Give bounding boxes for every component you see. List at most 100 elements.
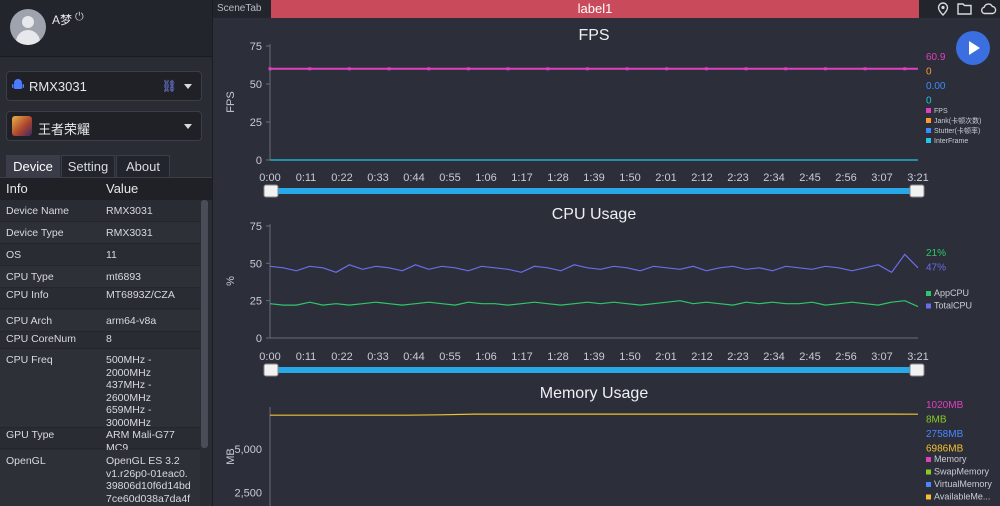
legend-swatch: [926, 457, 931, 462]
series-line-totalcpu: [269, 253, 919, 274]
fps-point: [347, 67, 351, 71]
tab-device[interactable]: Device: [6, 155, 60, 177]
legend-label: FPS: [934, 108, 948, 115]
legend-swatch: [926, 303, 931, 309]
fps-point: [704, 67, 708, 71]
row-key: CPU Info: [6, 289, 49, 301]
legend-swatch: [926, 138, 931, 143]
fps-point: [784, 67, 788, 71]
tab-about[interactable]: About: [116, 155, 170, 177]
legend-swatch: [926, 118, 931, 123]
row-key: OS: [6, 249, 22, 261]
fps-point: [744, 67, 748, 71]
x-tick-label: 0:11: [296, 172, 317, 184]
fps-point: [308, 67, 312, 71]
row-value: RMX3031: [106, 227, 153, 239]
table-row: OpenGL OpenGL ES 3.2 v1.r26p0-01eac0. 398…: [0, 450, 200, 506]
game-app-icon: [12, 116, 32, 136]
x-tick-label: 0:33: [367, 351, 388, 363]
row-key: Device Name: [6, 205, 70, 217]
chart-title: CPU Usage: [552, 206, 637, 223]
app-select[interactable]: 王者荣耀: [6, 111, 202, 141]
x-tick-label: 0:55: [439, 351, 460, 363]
current-value: 0: [926, 67, 932, 78]
legend-label: InterFrame: [934, 138, 968, 145]
range-slider-handle-right: [909, 363, 925, 377]
device-select-value: RMX3031: [29, 79, 87, 94]
current-value: 8MB: [926, 415, 947, 426]
x-tick-label: 1:28: [547, 172, 568, 184]
fps-point: [427, 67, 431, 71]
x-tick-label: 1:39: [583, 172, 604, 184]
scene-tab[interactable]: SceneTab: [217, 3, 261, 14]
fps-point: [625, 67, 629, 71]
range-slider-handle-right: [909, 184, 925, 198]
current-value: 60.9: [926, 52, 946, 63]
series-line-availableme: [270, 413, 919, 416]
fps-point: [823, 67, 827, 71]
scene-label[interactable]: label1: [271, 0, 919, 18]
play-button[interactable]: [956, 31, 990, 65]
folder-icon[interactable]: [957, 2, 972, 18]
cloud-icon[interactable]: [980, 2, 997, 18]
app-select-value: 王者荣耀: [38, 122, 91, 137]
x-tick-label: 3:07: [871, 351, 892, 363]
x-tick-label: 2:12: [691, 351, 712, 363]
android-icon: [12, 79, 24, 89]
row-value: 8: [106, 333, 112, 345]
row-value: 11: [106, 249, 117, 261]
chevron-down-icon: [184, 84, 192, 89]
y-tick-label: 75: [250, 41, 262, 53]
legend-label: SwapMemory: [934, 467, 990, 477]
legend-label: Stutter(卡顿率): [934, 126, 980, 135]
location-icon[interactable]: [937, 2, 949, 19]
row-value: MT6893Z/CZA: [106, 289, 175, 301]
x-tick-label: 3:21: [907, 172, 928, 184]
fps-point: [506, 67, 510, 71]
table-row: CPU Info MT6893Z/CZA: [0, 284, 200, 309]
y-tick-label: 0: [256, 155, 262, 167]
x-tick-label: 3:21: [907, 351, 928, 363]
chart-y-label: FPS: [225, 91, 237, 112]
table-row: Device Name RMX3031: [0, 200, 200, 222]
x-tick-label: 2:34: [763, 172, 784, 184]
legend-swatch: [926, 469, 931, 475]
row-value: arm64-v8a: [106, 315, 157, 327]
y-tick-label: 2,500: [234, 487, 262, 499]
power-icon[interactable]: ⏻: [75, 11, 84, 24]
device-select[interactable]: RMX3031 ⛓: [6, 71, 202, 101]
row-value: RMX3031: [106, 205, 153, 217]
legend-label: AvailableMe...: [934, 492, 990, 502]
fps-point: [585, 67, 589, 71]
x-tick-label: 1:17: [511, 351, 532, 363]
legend-label: VirtualMemory: [934, 479, 992, 489]
row-value: mt6893: [106, 271, 142, 283]
legend-label: AppCPU: [934, 288, 969, 298]
x-tick-label: 2:01: [655, 172, 676, 184]
x-tick-label: 0:33: [367, 172, 388, 184]
fps-point: [546, 67, 550, 71]
y-tick-label: 0: [256, 333, 262, 345]
range-slider-handle-left: [263, 363, 279, 377]
y-tick-label: 25: [250, 117, 262, 129]
x-tick-label: 0:22: [331, 351, 352, 363]
legend-label: Memory: [934, 454, 967, 464]
x-tick-label: 0:55: [439, 172, 460, 184]
row-key: CPU Freq: [6, 354, 53, 366]
sidebar-scrollbar[interactable]: [201, 200, 208, 448]
tab-setting[interactable]: Setting: [61, 155, 115, 177]
y-tick-label: 25: [250, 296, 262, 308]
x-tick-label: 0:22: [331, 172, 352, 184]
avatar[interactable]: [10, 9, 46, 45]
legend-swatch: [926, 291, 931, 296]
legend-label: TotalCPU: [934, 301, 972, 311]
charts-svg: FPSFPS02550750:00 0:11 0:22 0:33 0:44 0:55 1:0…: [225, 27, 992, 506]
y-tick-label: 50: [250, 79, 262, 91]
table-row: GPU Type ARM Mali-G77 MC9: [0, 424, 200, 454]
row-value: OpenGL ES 3.2 v1.r26p0-01eac0. 39806d10f…: [106, 455, 191, 506]
link-icon[interactable]: ⛓: [162, 79, 177, 93]
x-tick-label: 1:50: [619, 172, 640, 184]
x-tick-label: 0:44: [403, 172, 424, 184]
chart-title: FPS: [578, 27, 609, 44]
x-tick-label: 0:00: [259, 172, 280, 184]
